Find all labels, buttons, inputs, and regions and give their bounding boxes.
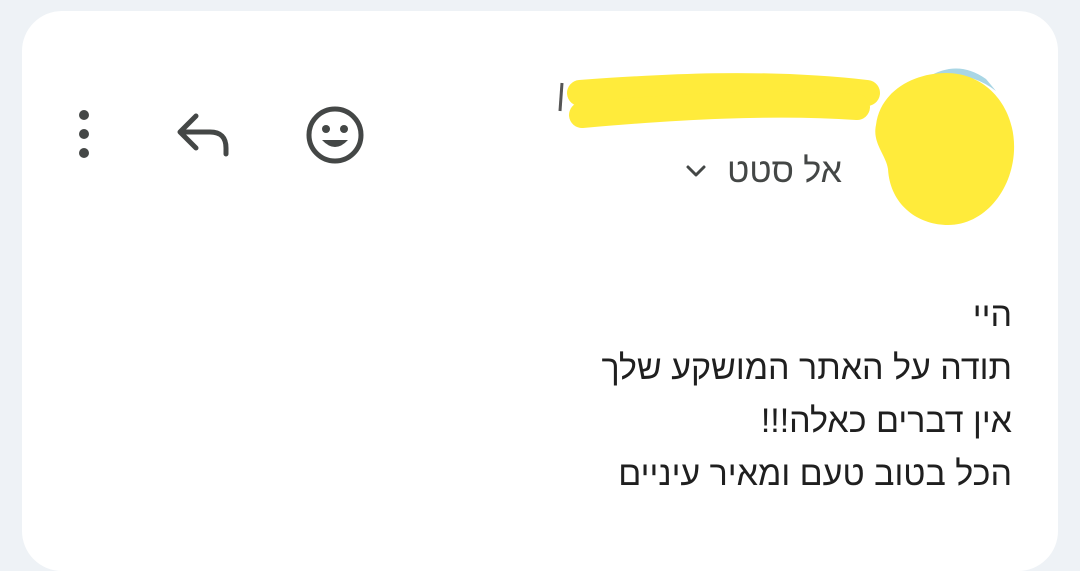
- recipient-label: אל סטט: [727, 151, 842, 190]
- more-vert-icon[interactable]: [72, 106, 96, 162]
- message-line: תודה על האתר המושקע שלך: [601, 349, 1012, 387]
- message-body: היי תודה על האתר המושקע שלך אין דברים כא…: [252, 289, 1012, 501]
- avatar[interactable]: [868, 59, 1018, 229]
- message-line: הכל בטוב טעם ומאיר עיניים: [618, 455, 1012, 493]
- emoji-icon[interactable]: [304, 104, 366, 166]
- message-line: אין דברים כאלה!!!: [760, 402, 1012, 440]
- reply-icon[interactable]: [172, 108, 236, 160]
- message-line: היי: [972, 296, 1012, 334]
- expand-chevron-icon[interactable]: [683, 158, 709, 184]
- message-card: אל סטט היי תודה על האתר המושקע שלך אין ד…: [22, 11, 1058, 571]
- recipient-row[interactable]: אל סטט: [662, 146, 842, 196]
- message-actions: [22, 106, 422, 166]
- sender-name-redaction: [558, 73, 880, 128]
